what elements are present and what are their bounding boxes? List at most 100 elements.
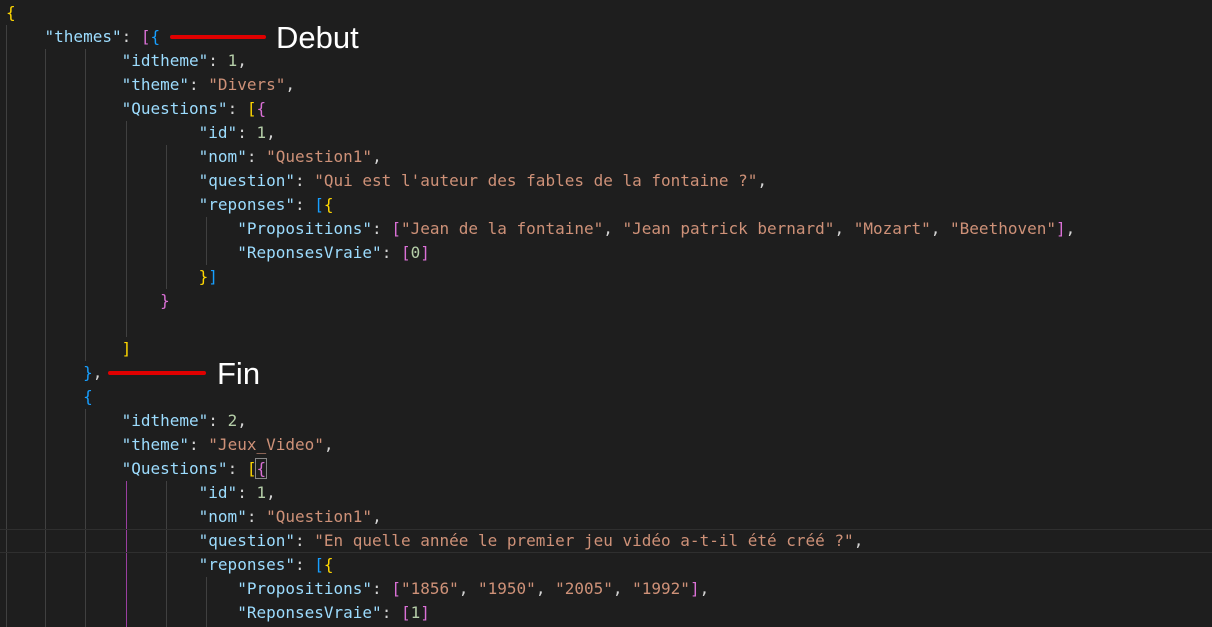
punctuation [6, 387, 83, 406]
bracket: [ [391, 219, 401, 238]
punctuation: , [237, 411, 247, 430]
json-number: 2 [227, 411, 238, 430]
code-line[interactable]: "idtheme": 1, [6, 49, 247, 73]
json-key: "id" [198, 123, 238, 142]
punctuation: : [237, 483, 257, 502]
json-key: "Propositions" [237, 579, 373, 598]
json-number: 1 [410, 603, 421, 622]
json-string: "Qui est l'auteur des fables de la fonta… [314, 171, 758, 190]
json-string: "Divers" [208, 75, 286, 94]
bracket: ] [689, 579, 700, 598]
bracket: ] [121, 339, 132, 358]
bracket: ] [420, 603, 430, 622]
json-key: "Propositions" [237, 219, 373, 238]
code-line[interactable]: "themes": [{ [6, 25, 161, 49]
code-line[interactable]: { [6, 1, 16, 25]
json-string: "1992" [632, 579, 690, 598]
punctuation: : [227, 459, 247, 478]
end-annotation-label: Fin [217, 356, 261, 391]
bracket: { [150, 27, 161, 46]
code-line[interactable]: "Questions": [{ [6, 457, 268, 481]
punctuation [6, 555, 199, 574]
json-key: "nom" [198, 507, 247, 526]
code-line[interactable]: "idtheme": 2, [6, 409, 247, 433]
punctuation: : [246, 507, 267, 526]
code-line[interactable]: "theme": "Divers", [6, 73, 295, 97]
json-string: "1950" [478, 579, 536, 598]
punctuation: , [853, 531, 864, 550]
code-line[interactable]: { [6, 385, 93, 409]
bracket: } [83, 363, 93, 382]
punctuation [6, 411, 122, 430]
matched-bracket: { [255, 458, 268, 479]
punctuation: , [372, 507, 382, 526]
json-string: "En quelle année le premier jeu vidéo a-… [314, 531, 854, 550]
code-line[interactable]: "question": "En quelle année le premier … [6, 529, 864, 553]
punctuation [6, 123, 199, 142]
json-number: 1 [227, 51, 238, 70]
json-string: "Question1" [266, 147, 373, 166]
code-line[interactable]: "nom": "Question1", [6, 145, 382, 169]
json-key: "ReponsesVraie" [237, 243, 382, 262]
code-line[interactable]: "theme": "Jeux_Video", [6, 433, 334, 457]
code-line[interactable]: ] [6, 337, 132, 361]
json-string: "2005" [555, 579, 613, 598]
json-key: "Questions" [121, 99, 228, 118]
punctuation: : [381, 603, 401, 622]
punctuation [6, 435, 122, 454]
bracket: ] [208, 267, 218, 286]
punctuation [6, 459, 122, 478]
punctuation: : [381, 243, 401, 262]
punctuation [6, 507, 199, 526]
punctuation [6, 243, 237, 262]
bracket: } [160, 291, 170, 310]
code-line[interactable]: } [6, 289, 170, 313]
code-line[interactable]: "ReponsesVraie": [1] [6, 601, 430, 625]
punctuation: , [323, 435, 334, 454]
punctuation: : [372, 579, 392, 598]
code-line[interactable]: "ReponsesVraie": [0] [6, 241, 430, 265]
bracket: [ [400, 603, 411, 622]
json-key: "question" [198, 531, 295, 550]
code-line[interactable]: "Propositions": ["Jean de la fontaine", … [6, 217, 1075, 241]
punctuation [6, 219, 237, 238]
json-key: "question" [198, 171, 295, 190]
code-editor[interactable]: { "themes": [{ "idtheme": 1, "theme": "D… [0, 0, 1212, 627]
code-line[interactable]: }, [6, 361, 102, 385]
bracket: ] [1056, 219, 1066, 238]
code-line[interactable]: "Propositions": ["1856", "1950", "2005",… [6, 577, 709, 601]
code-line[interactable]: "reponses": [{ [6, 193, 334, 217]
code-line[interactable]: "Questions": [{ [6, 97, 267, 121]
json-string: "Beethoven" [950, 219, 1056, 238]
bracket: [ [314, 195, 324, 214]
punctuation: : [294, 555, 315, 574]
code-line[interactable]: "reponses": [{ [6, 553, 334, 577]
punctuation: , [834, 219, 854, 238]
punctuation: : [294, 531, 315, 550]
code-line[interactable]: }] [6, 265, 218, 289]
bracket: { [83, 387, 93, 406]
code-line[interactable]: "id": 1, [6, 481, 276, 505]
bracket: { [256, 99, 267, 118]
punctuation [6, 75, 122, 94]
punctuation: : [372, 219, 392, 238]
punctuation: , [612, 579, 633, 598]
code-line[interactable]: "nom": "Question1", [6, 505, 382, 529]
json-string: "1856" [400, 579, 459, 598]
json-key: "Questions" [121, 459, 228, 478]
punctuation [6, 27, 45, 46]
json-key: "id" [198, 483, 238, 502]
bracket: [ [391, 579, 401, 598]
punctuation [6, 147, 199, 166]
json-key: "reponses" [198, 195, 295, 214]
json-key: "themes" [44, 27, 122, 46]
punctuation: : [227, 99, 247, 118]
punctuation: , [237, 51, 247, 70]
bracket: [ [400, 243, 411, 262]
code-line[interactable]: "question": "Qui est l'auteur des fables… [6, 169, 767, 193]
punctuation: : [237, 123, 257, 142]
punctuation [6, 171, 199, 190]
punctuation: , [930, 219, 951, 238]
json-number: 1 [256, 123, 267, 142]
code-line[interactable]: "id": 1, [6, 121, 276, 145]
